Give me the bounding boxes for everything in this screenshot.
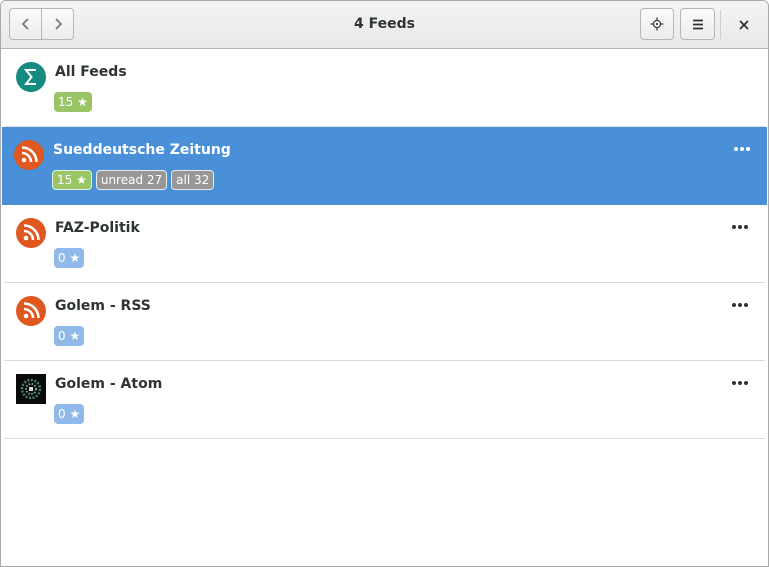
- close-icon: [739, 20, 749, 30]
- feed-row-all-feeds[interactable]: All Feeds 15 ★: [4, 49, 765, 127]
- app-window: 4 Feeds All Feeds 15 ★ Sueddeutsche Zeit…: [0, 0, 769, 567]
- unread-badge: unread 27: [95, 170, 168, 190]
- golem-logo-icon: [16, 374, 46, 404]
- starred-badge: 15 ★: [52, 170, 92, 190]
- starred-badge: 0 ★: [54, 248, 85, 268]
- feed-title: Golem - RSS: [55, 298, 151, 314]
- feed-row-sueddeutsche-zeitung[interactable]: Sueddeutsche Zeitung 15 ★ unread 27 all …: [2, 127, 767, 205]
- starred-badge: 0 ★: [54, 404, 85, 424]
- starred-badge: 0 ★: [54, 326, 85, 346]
- sigma-icon: [16, 62, 46, 92]
- forward-button[interactable]: [41, 8, 74, 40]
- more-options-icon[interactable]: [731, 379, 749, 387]
- hamburger-menu-icon: [692, 19, 703, 29]
- rss-icon: [14, 140, 44, 170]
- feed-row-faz-politik[interactable]: FAZ-Politik 0 ★: [4, 205, 765, 283]
- menu-button[interactable]: [680, 8, 715, 40]
- all-badge: all 32: [171, 170, 215, 190]
- more-options-icon[interactable]: [731, 223, 749, 231]
- chevron-left-icon: [21, 18, 29, 30]
- crosshair-icon: [650, 17, 664, 31]
- starred-badge: 15 ★: [54, 92, 92, 112]
- locate-button[interactable]: [640, 8, 674, 40]
- headerbar: 4 Feeds: [1, 1, 768, 49]
- feed-title: Sueddeutsche Zeitung: [53, 142, 231, 158]
- chevron-right-icon: [54, 18, 62, 30]
- rss-icon: [16, 218, 46, 248]
- headerbar-separator: [720, 10, 721, 39]
- back-button[interactable]: [9, 8, 42, 40]
- more-options-icon[interactable]: [731, 301, 749, 309]
- feed-list: All Feeds 15 ★ Sueddeutsche Zeitung 15 ★…: [1, 49, 768, 439]
- rss-icon: [16, 296, 46, 326]
- more-options-icon[interactable]: [733, 145, 751, 153]
- close-button[interactable]: [729, 9, 759, 41]
- feed-row-golem-rss[interactable]: Golem - RSS 0 ★: [4, 283, 765, 361]
- feed-row-golem-atom[interactable]: Golem - Atom 0 ★: [4, 361, 765, 439]
- feed-title: FAZ-Politik: [55, 220, 140, 236]
- feed-title: Golem - Atom: [55, 376, 163, 392]
- feed-title: All Feeds: [55, 64, 127, 80]
